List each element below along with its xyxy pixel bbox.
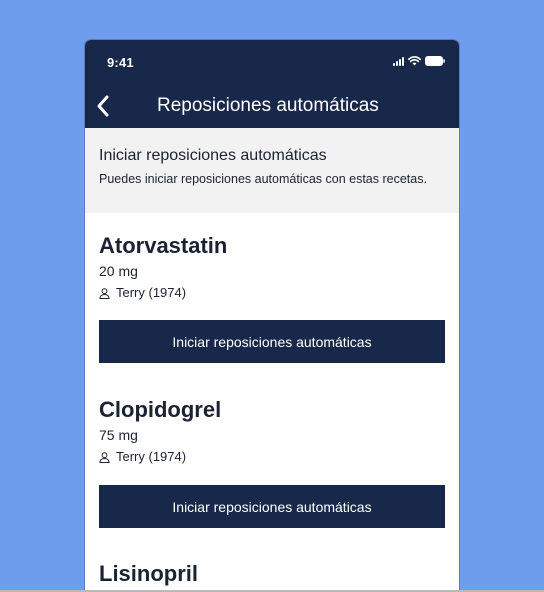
person-icon — [99, 451, 110, 463]
person-icon — [99, 287, 110, 299]
medication-name: Lisinopril — [99, 561, 198, 586]
status-time: 9:41 — [107, 55, 134, 70]
patient-name: Terry (1974) — [116, 449, 187, 464]
start-auto-refill-button[interactable]: Iniciar reposiciones automáticas — [99, 485, 445, 528]
medication-dose: 20 mg — [99, 263, 138, 279]
battery-icon — [425, 56, 445, 66]
medication-item: Atorvastatin 20 mg Terry (1974) — [99, 233, 445, 301]
patient-name: Terry (1974) — [116, 285, 187, 300]
wifi-icon — [408, 56, 421, 66]
medication-item: Clopidogrel 75 mg Terry (1974) — [99, 397, 445, 465]
back-chevron-icon[interactable] — [95, 94, 111, 118]
page-title: Reposiciones automáticas — [157, 95, 379, 116]
intro-text: Puedes iniciar reposiciones automáticas … — [99, 172, 427, 186]
medication-name: Atorvastatin — [99, 233, 228, 258]
intro-title: Iniciar reposiciones automáticas — [99, 147, 327, 164]
medication-patient: Terry (1974) — [99, 449, 445, 465]
start-auto-refill-button[interactable]: Iniciar reposiciones automáticas — [99, 320, 445, 363]
app-header: 9:41 Reposiciones automáticas — [85, 40, 459, 128]
medication-item: Lisinopril — [99, 561, 445, 587]
phone-screen: 9:41 Reposiciones automáticas Iniciar re… — [85, 40, 459, 590]
medication-name: Clopidogrel — [99, 397, 222, 422]
medication-patient: Terry (1974) — [99, 285, 445, 301]
medication-dose: 75 mg — [99, 427, 138, 443]
signal-icon — [393, 56, 404, 66]
intro-banner: Iniciar reposiciones automáticas Puedes … — [85, 128, 459, 213]
status-icons — [393, 56, 445, 66]
